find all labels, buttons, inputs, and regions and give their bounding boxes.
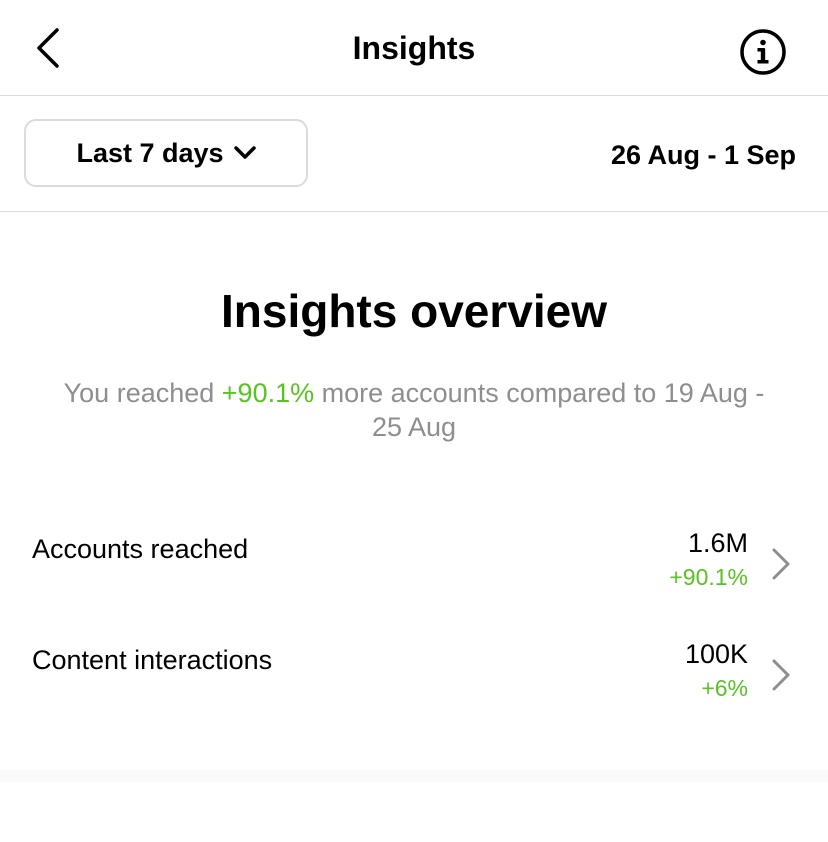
metric-value: 100K: [684, 639, 748, 669]
metric-value: 1.6M: [687, 528, 748, 558]
date-range-dropdown[interactable]: Last 7 days: [24, 119, 308, 187]
date-range-text: 26 Aug - 1 Sep: [610, 140, 796, 170]
chevron-right-icon: [772, 659, 790, 691]
info-icon: [740, 29, 786, 75]
chevron-right-icon: [772, 548, 790, 580]
overview-summary: You reached +90.1% more accounts compare…: [60, 376, 768, 444]
section-divider: [0, 770, 828, 782]
metric-row-accounts-reached[interactable]: Accounts reached 1.6M +90.1%: [0, 516, 828, 616]
summary-text-before: You reached: [63, 378, 222, 408]
page-title: Insights: [352, 30, 476, 66]
info-button[interactable]: [738, 27, 788, 77]
chevron-down-icon: [233, 146, 256, 159]
metric-label: Accounts reached: [32, 534, 249, 564]
summary-highlight: +90.1%: [221, 378, 315, 408]
metric-change: +6%: [701, 675, 748, 701]
overview-title: Insights overview: [220, 285, 607, 337]
metric-row-content-interactions[interactable]: Content interactions 100K +6%: [0, 627, 828, 727]
metric-change: +90.1%: [669, 564, 748, 590]
app-header: Insights: [0, 0, 828, 96]
metric-label: Content interactions: [32, 645, 273, 675]
date-range-dropdown-label: Last 7 days: [76, 137, 224, 168]
summary-text-after: more accounts compared to 19 Aug - 25 Au…: [314, 378, 765, 442]
filter-bar: Last 7 days 26 Aug - 1 Sep: [0, 96, 828, 212]
